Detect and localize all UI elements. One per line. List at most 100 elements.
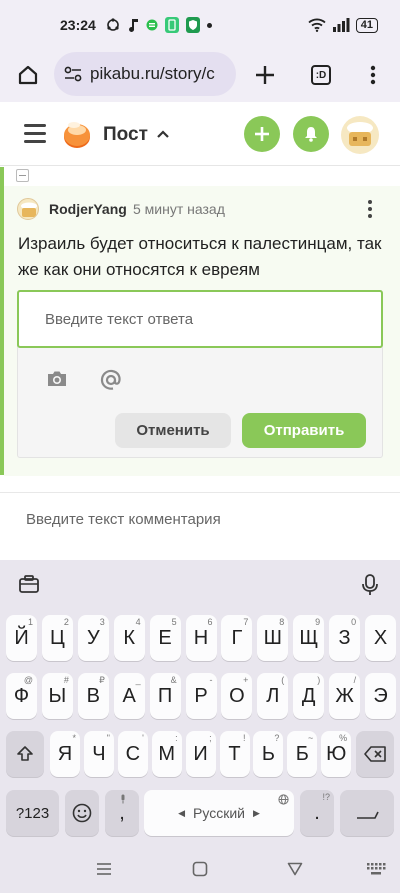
- home-nav-icon[interactable]: [192, 861, 208, 877]
- add-post-button[interactable]: [244, 116, 280, 152]
- camera-icon[interactable]: [46, 370, 68, 388]
- status-bar: 23:24 41: [0, 0, 400, 50]
- collapse-thread-button[interactable]: [16, 169, 29, 182]
- shift-key[interactable]: [6, 731, 44, 777]
- key-row3-6[interactable]: Ь?: [253, 731, 284, 777]
- cancel-button[interactable]: Отменить: [115, 413, 231, 448]
- comment-timestamp: 5 минут назад: [133, 201, 225, 217]
- key-row3-1[interactable]: Ч ": [83, 731, 114, 777]
- space-label: Русский: [193, 805, 245, 821]
- mic-hint-icon: [121, 794, 125, 804]
- comma-key[interactable]: ,: [105, 790, 139, 836]
- chat-app-icon: [146, 19, 158, 31]
- key-row1-5[interactable]: Н6: [185, 615, 217, 661]
- key-row1-6[interactable]: Г7: [221, 615, 253, 661]
- home-button[interactable]: [3, 50, 53, 100]
- page-title[interactable]: Пост: [103, 124, 148, 146]
- key-row3-2[interactable]: С ': [117, 731, 148, 777]
- shift-icon: [17, 746, 33, 761]
- keyboard-hide-icon[interactable]: [366, 862, 386, 876]
- music-note-icon: [128, 19, 138, 32]
- key-hint: 8: [279, 617, 285, 627]
- mention-icon[interactable]: [99, 368, 123, 392]
- key-row2-6[interactable]: О +: [221, 673, 253, 719]
- key-label: С: [125, 742, 141, 765]
- key-row1-9[interactable]: З0: [329, 615, 361, 661]
- key-row1-7[interactable]: Ш8: [257, 615, 289, 661]
- reply-placeholder: Введите текст ответа: [45, 310, 194, 328]
- key-row2-4[interactable]: П &: [149, 673, 181, 719]
- address-bar[interactable]: pikabu.ru/story/c: [54, 52, 236, 96]
- tab-switcher-button[interactable]: :D: [296, 50, 346, 100]
- arrow-left-icon: ◀: [178, 807, 186, 818]
- notification-dot-icon: [206, 22, 212, 28]
- key-row2-9[interactable]: Ж /: [329, 673, 361, 719]
- keyboard-toolbar: [0, 560, 400, 608]
- new-tab-button[interactable]: [240, 50, 290, 100]
- key-hint: ": [106, 733, 110, 743]
- key-label: О: [229, 684, 245, 707]
- key-label: Э: [373, 684, 388, 707]
- key-row2-8[interactable]: Д): [293, 673, 325, 719]
- bell-icon: [305, 127, 317, 142]
- shield-app-icon: [185, 17, 200, 33]
- key-label: А: [122, 684, 136, 707]
- key-row3-0[interactable]: Я *: [50, 731, 80, 777]
- key-row3-8[interactable]: Ю%: [321, 731, 352, 777]
- recent-apps-icon[interactable]: [96, 862, 112, 876]
- send-button[interactable]: Отправить: [242, 413, 366, 448]
- enter-key[interactable]: [340, 790, 394, 836]
- backspace-icon: [364, 746, 386, 762]
- microphone-icon[interactable]: [362, 574, 378, 596]
- notifications-button[interactable]: [293, 116, 329, 152]
- reply-input[interactable]: Введите текст ответа: [17, 290, 383, 348]
- pikabu-logo[interactable]: [62, 118, 92, 150]
- key-row1-8[interactable]: Щ9: [293, 615, 325, 661]
- key-row3-7[interactable]: Б ~: [287, 731, 318, 777]
- space-key[interactable]: ◀ Русский ▶: [144, 790, 294, 836]
- comment-author[interactable]: RodjerYang: [49, 201, 127, 217]
- key-row1-3[interactable]: К4: [113, 615, 145, 661]
- key-row1-1[interactable]: Ц2: [41, 615, 73, 661]
- key-row2-0[interactable]: Ф @: [6, 673, 37, 719]
- comment-menu-button[interactable]: [362, 198, 378, 220]
- user-avatar[interactable]: [341, 116, 379, 154]
- clipboard-icon[interactable]: [19, 575, 39, 593]
- key-hint: 1: [27, 617, 33, 627]
- emoji-key[interactable]: [65, 790, 99, 836]
- key-row1-4[interactable]: Е5: [149, 615, 181, 661]
- key-hint: -: [209, 675, 213, 685]
- key-row2-5[interactable]: Р-: [185, 673, 217, 719]
- period-key[interactable]: . !?: [300, 790, 334, 836]
- key-row3-4[interactable]: И;: [185, 731, 216, 777]
- key-row1-10[interactable]: Х: [365, 615, 396, 661]
- key-row3-5[interactable]: Т!: [219, 731, 250, 777]
- key-hint: 3: [99, 617, 105, 627]
- key-label: Ь: [261, 742, 275, 765]
- browser-menu-button[interactable]: [348, 50, 398, 100]
- symbols-key[interactable]: ?123: [6, 790, 59, 836]
- menu-hamburger-icon[interactable]: [24, 124, 46, 148]
- key-label: Г: [231, 626, 243, 649]
- comment-author-avatar[interactable]: [17, 198, 39, 220]
- key-row2-7[interactable]: Л(: [257, 673, 289, 719]
- backspace-key[interactable]: [356, 731, 394, 777]
- back-nav-icon[interactable]: [287, 862, 303, 876]
- phone-app-icon: [164, 17, 179, 33]
- key-row2-1[interactable]: Ы #: [41, 673, 73, 719]
- key-label: Я: [57, 742, 73, 765]
- key-hint: &: [170, 675, 177, 685]
- key-row3-3[interactable]: М:: [151, 731, 182, 777]
- key-row1-2[interactable]: У3: [77, 615, 109, 661]
- site-header: Пост: [0, 102, 400, 166]
- key-hint: ₽: [99, 675, 105, 685]
- key-row2-3[interactable]: А _: [113, 673, 145, 719]
- key-row2-2[interactable]: В ₽: [77, 673, 109, 719]
- key-label: Ч: [92, 742, 106, 765]
- key-label: М: [158, 742, 176, 765]
- key-row1-0[interactable]: Й1: [6, 615, 37, 661]
- chevron-up-icon[interactable]: [157, 130, 169, 138]
- key-label: И: [193, 742, 208, 765]
- key-row2-10[interactable]: Э: [365, 673, 396, 719]
- comment-input[interactable]: Введите текст комментария: [26, 511, 221, 528]
